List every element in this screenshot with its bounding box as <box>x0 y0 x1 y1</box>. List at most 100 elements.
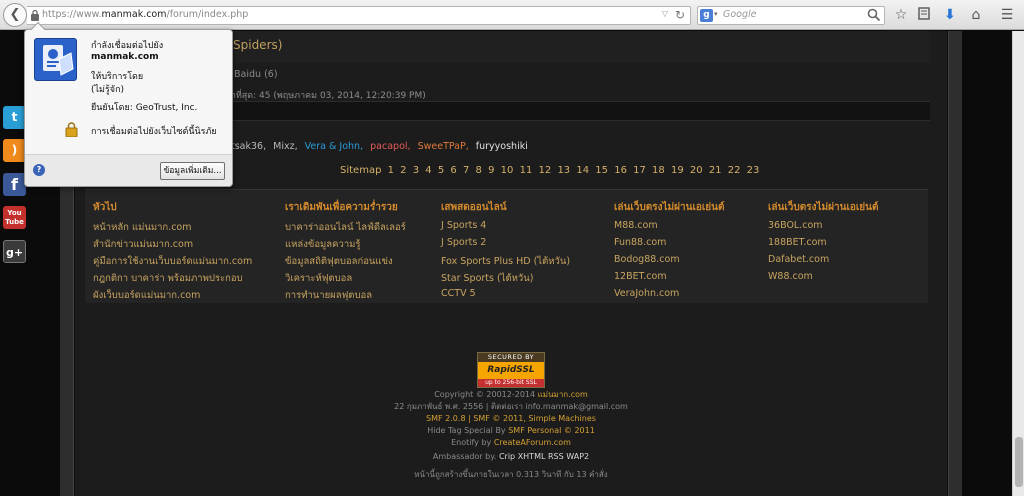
sitemap-page-link[interactable]: 2 <box>400 165 406 176</box>
sitemap-page-link[interactable]: 17 <box>633 165 646 176</box>
footer-link[interactable]: แหล่งข้อมูลความรู้ <box>285 237 406 250</box>
footer-link[interactable]: 188BET.com <box>768 237 878 249</box>
sitemap-page-link[interactable]: 10 <box>501 165 514 176</box>
footer-link[interactable]: กฎกติกา บาคาร่า พร้อมภาพประกอบ <box>93 271 252 284</box>
online-user-link[interactable]: Mixz, <box>273 141 297 152</box>
sitemap-page-link[interactable]: 22 <box>728 165 741 176</box>
footer-link[interactable]: วิเคราะห์ฟุตบอล <box>285 271 406 284</box>
star-icon[interactable]: ☆ <box>892 6 910 24</box>
footer-links-box: หัวไป หน้าหลัก แม่นมาก.com สำนักข่าวแม่น… <box>85 189 928 303</box>
sitemap-page-link[interactable]: 12 <box>539 165 552 176</box>
sitemap-page-link[interactable]: 9 <box>488 165 494 176</box>
footer-link[interactable]: ผังเว็บบอร์ดแม่นมาก.com <box>93 288 252 301</box>
youtube-icon[interactable]: You Tube <box>3 206 26 229</box>
wap2-link[interactable]: WAP2 <box>566 452 589 461</box>
createaforum-link[interactable]: CreateAForum.com <box>494 438 571 447</box>
url-dropdown-icon[interactable]: ▽ <box>662 9 668 18</box>
footer-link[interactable]: หน้าหลัก แม่นมาก.com <box>93 220 252 233</box>
search-icon[interactable] <box>867 8 881 22</box>
popup-domain: manmak.com <box>91 52 159 62</box>
sitemap-page-link[interactable]: 4 <box>425 165 431 176</box>
sitemap-page-link[interactable]: 13 <box>557 165 570 176</box>
verified-by-text: ยืนยันโดย: GeoTrust, Inc. <box>91 103 198 113</box>
copyright-site-link[interactable]: แม่นมาก.com <box>538 390 588 399</box>
page-scrollbar[interactable] <box>1012 31 1024 496</box>
more-information-button[interactable]: ข้อมูลเพิ่มเติม... <box>160 162 225 180</box>
rapidssl-badge[interactable]: SECURED BY RapidSSL up to 256-bit SSL <box>477 352 545 388</box>
help-icon[interactable]: ? <box>33 164 45 176</box>
googleplus-icon[interactable]: g+ <box>3 240 26 263</box>
footer-link[interactable]: Dafabet.com <box>768 254 878 266</box>
online-user-link[interactable]: tsak36, <box>231 141 266 152</box>
contact-line: 22 กุมภาพันธ์ พ.ศ. 2556 | ติดต่อเรา info… <box>394 402 628 411</box>
sitemap-page-link[interactable]: 8 <box>476 165 482 176</box>
sitemap-page-link[interactable]: 3 <box>413 165 419 176</box>
footer-link[interactable]: VeraJohn.com <box>614 288 724 300</box>
footer-link[interactable]: CCTV 5 <box>441 288 570 300</box>
online-user-link[interactable]: SweeTPaP, <box>418 141 469 152</box>
sitemap-page-link[interactable]: 7 <box>463 165 469 176</box>
footer-link[interactable]: Star Sports (ไต้หวัน) <box>441 271 570 284</box>
footer-link[interactable]: 36BOL.com <box>768 220 878 232</box>
footer-link[interactable]: คู่มือการใช้งานเว็บบอร์ดแม่นมาก.com <box>93 254 252 267</box>
online-user-link[interactable]: pacapol, <box>370 141 410 152</box>
rss-link[interactable]: RSS <box>548 452 564 461</box>
scrollbar-thumb[interactable] <box>1015 437 1023 487</box>
footer-link[interactable]: Fox Sports Plus HD (ไต้หวัน) <box>441 254 570 267</box>
sitemap-page-link[interactable]: 11 <box>520 165 533 176</box>
facebook-icon[interactable]: f <box>3 173 26 196</box>
xhtml-link[interactable]: XHTML <box>518 452 546 461</box>
footer-link[interactable]: J Sports 4 <box>441 220 570 232</box>
footer-link[interactable]: 12BET.com <box>614 271 724 283</box>
search-input[interactable]: Google <box>723 9 757 20</box>
sitemap-page-link[interactable]: 14 <box>576 165 589 176</box>
crip-link[interactable]: Crip <box>499 452 515 461</box>
smf-personal-link[interactable]: SMF Personal © 2011 <box>508 426 595 435</box>
smf-credit-link[interactable]: SMF 2.0.8 | SMF © 2011, Simple Machines <box>75 413 947 425</box>
home-icon[interactable]: ⌂ <box>967 6 985 24</box>
footer-link[interactable]: W88.com <box>768 271 878 283</box>
lock-icon[interactable] <box>30 9 40 21</box>
reload-icon[interactable]: ↻ <box>675 8 685 22</box>
footer-link[interactable]: Fun88.com <box>614 237 724 249</box>
footer-column-title: เสพสดออนไลน์ <box>441 202 507 213</box>
sitemap-page-link[interactable]: 15 <box>595 165 608 176</box>
footer-link[interactable]: J Sports 2 <box>441 237 570 249</box>
search-engine-dropdown-icon[interactable]: ▾ <box>714 10 718 18</box>
sitemap-page-link[interactable]: 16 <box>614 165 627 176</box>
footer-link[interactable]: การทำนายผลฟุตบอล <box>285 288 406 301</box>
rss-icon[interactable]: ) <box>3 139 26 162</box>
search-bar[interactable]: g ▾ Google <box>697 6 885 25</box>
passport-icon <box>34 38 77 81</box>
sitemap-label[interactable]: Sitemap <box>340 165 381 176</box>
footer-link[interactable]: Bodog88.com <box>614 254 724 266</box>
sitemap-page-link[interactable]: 18 <box>652 165 665 176</box>
connecting-to-label: กำลังเชื่อมต่อไปยัง <box>91 41 164 51</box>
sitemap-page-link[interactable]: 20 <box>690 165 703 176</box>
online-user-link[interactable]: furyyoshiki <box>476 141 528 152</box>
download-icon[interactable]: ⬇ <box>941 6 959 24</box>
sitemap-page-link[interactable]: 1 <box>388 165 394 176</box>
footer-column: เสพสดออนไลน์ J Sports 4 J Sports 2 Fox S… <box>441 200 570 305</box>
operated-by-label: ให้บริการโดย <box>91 72 144 82</box>
sitemap-page-link[interactable]: 21 <box>709 165 722 176</box>
sitemap-page-link[interactable]: 23 <box>747 165 760 176</box>
footer-link[interactable]: M88.com <box>614 220 724 232</box>
menu-icon[interactable]: ☰ <box>998 6 1016 24</box>
ssl-badge-top: SECURED BY <box>478 353 544 362</box>
online-user-link[interactable]: Vera & John, <box>305 141 363 152</box>
footer-link[interactable]: ข้อมูลสถิติฟุตบอลก่อนแข่ง <box>285 254 406 267</box>
operator-value: (ไม่รู้จัก) <box>91 85 125 95</box>
copyright-line: Copyright © 20012-2014 แม่นมาก.com <box>434 390 588 399</box>
back-button[interactable]: ❮ <box>3 3 27 27</box>
footer-column-title: เราเดิมพันเพื่อความร่ำรวย <box>285 202 398 213</box>
reading-list-icon[interactable] <box>915 6 933 24</box>
sitemap-page-link[interactable]: 6 <box>450 165 456 176</box>
sitemap-page-link[interactable]: 19 <box>671 165 684 176</box>
url-bar[interactable]: https://www.manmak.com/forum/index.php ▽… <box>27 6 691 25</box>
search-engine-icon[interactable]: g <box>700 9 713 22</box>
twitter-icon[interactable]: t <box>3 106 26 129</box>
footer-link[interactable]: บาคาร่าออนไลน์ ไลฟ์ดีลเลอร์ <box>285 220 406 233</box>
sitemap-page-link[interactable]: 5 <box>438 165 444 176</box>
footer-link[interactable]: สำนักข่าวแม่นมาก.com <box>93 237 252 250</box>
